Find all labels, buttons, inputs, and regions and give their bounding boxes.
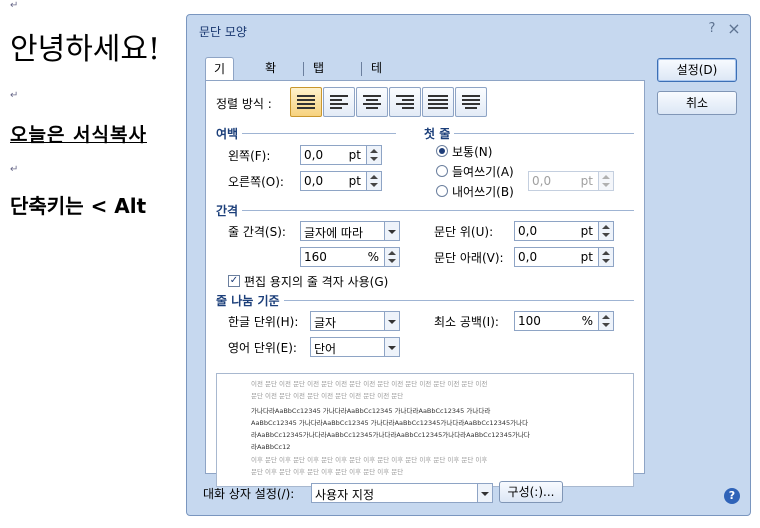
spin-icon[interactable] [598,248,613,266]
preview-line: 라AaBbCc12 [251,443,291,451]
help-icon[interactable]: ? [724,488,740,504]
chevron-down-icon[interactable] [384,312,399,330]
line-spacing-value-spinbox[interactable]: 160 % [300,247,400,267]
preview-line: AaBbCc12345 가나다라AaBbCc12345 가나다라AaBbCc12… [251,419,529,427]
dialog-titlebar[interactable]: 문단 모양 ? × [187,15,750,45]
first-line-indent-radio[interactable] [436,165,448,177]
doc-line-3: 단축키는 < Alt [10,194,147,218]
space-below-spinbox[interactable]: 0,0 pt [514,247,614,267]
doc-line-1: 안녕하세요! [10,32,161,67]
doc-line-2: 오늘은 서식복사 [10,124,147,146]
tab-separator [303,62,304,76]
tab-border-background[interactable]: 테두리/배경 [363,57,394,163]
align-divide-button[interactable] [455,87,487,117]
line-break-header: 줄 나눔 기준 [216,292,284,309]
min-space-label: 최소 공백(I): [434,315,499,329]
paragraph-shape-dialog: 문단 모양 ? × 설정(D) 취소 기본 확장 탭 설정 테두리/배경 정렬 … [186,14,751,516]
align-justify-button[interactable] [290,87,322,117]
spin-icon[interactable] [598,222,613,240]
paragraph-mark: ↵ [10,0,19,11]
line-grid-checkbox[interactable]: ✓ [228,275,240,287]
ok-button[interactable]: 설정(D) [657,58,737,82]
tab-separator [361,62,362,76]
paragraph-mark: ↵ [10,164,19,175]
line-grid-label: 편집 용지의 줄 격자 사용(G) [244,275,389,289]
line-spacing-label: 줄 간격(S): [228,225,286,239]
margin-header: 여백 [216,125,243,142]
preview-line: 라AaBbCc12345가나다라AaBbCc12345가나다라AaBbCc123… [251,431,530,439]
paragraph-mark: ↵ [10,90,19,101]
dialog-settings-label: 대화 상자 설정(/): [203,487,295,501]
section-divider [216,133,396,134]
tab-basic[interactable]: 기본 [205,57,235,98]
space-above-spinbox[interactable]: 0,0 pt [514,221,614,241]
configure-button[interactable]: 구성(:)... [499,481,563,503]
paragraph-preview: 이전 문단 이전 문단 이전 문단 이전 문단 이전 문단 이전 문단 이전 문… [216,373,634,487]
preview-line: 이후 문단 이후 문단 이후 문단 이후 문단 이후 문단 이후 문단 이후 문… [251,456,488,464]
align-right-button[interactable] [389,87,421,117]
first-line-header: 첫 줄 [424,125,455,142]
chevron-down-icon[interactable] [384,222,399,240]
help-icon[interactable]: ? [704,21,720,37]
min-space-spinbox[interactable]: 100 % [514,311,614,331]
spin-icon[interactable] [366,172,381,190]
tab-tab-settings[interactable]: 탭 설정 [305,57,332,119]
line-spacing-type-select[interactable]: 글자에 따라 [300,221,400,241]
alignment-label: 정렬 방식 : [216,97,272,111]
first-line-indent-label: 들여쓰기(A) [452,165,514,179]
spacing-header: 간격 [216,202,243,219]
basic-tab-panel: 정렬 방식 : 여백 왼쪽(F): 0,0 pt 오른쪽(O): 0,0 pt … [205,80,645,487]
korean-unit-select[interactable]: 글자 [310,311,400,331]
align-center-button[interactable] [356,87,388,117]
spin-icon[interactable] [384,248,399,266]
first-line-normal-label: 보통(N) [452,145,493,159]
first-line-normal-radio[interactable] [436,145,448,157]
preview-line: 문단 이후 문단 이후 문단 이후 문단 이후 문단 이후 문단 [251,468,404,476]
first-line-hanging-label: 내어쓰기(B) [452,185,514,199]
right-margin-label: 오른쪽(O): [228,175,284,189]
chevron-down-icon[interactable] [477,484,492,502]
tab-extended[interactable]: 확장 [257,57,284,97]
align-distribute-button[interactable] [422,87,454,117]
english-unit-select[interactable]: 단어 [310,337,400,357]
chevron-down-icon[interactable] [384,338,399,356]
spin-icon [598,172,613,190]
left-margin-spinbox[interactable]: 0,0 pt [300,145,382,165]
english-unit-label: 영어 단위(E): [228,341,297,355]
dialog-title: 문단 모양 [199,25,247,39]
korean-unit-label: 한글 단위(H): [228,315,299,329]
space-above-label: 문단 위(U): [434,225,494,239]
preview-line: 문단 이전 문단 이전 문단 이전 문단 이전 문단 이전 문단 [251,392,404,400]
cancel-button[interactable]: 취소 [657,91,737,115]
spin-icon[interactable] [366,146,381,164]
preview-line: 가나다라AaBbCc12345 가나다라AaBbCc12345 가나다라AaBb… [251,407,491,415]
section-divider [424,133,634,134]
left-margin-label: 왼쪽(F): [228,149,271,163]
right-margin-spinbox[interactable]: 0,0 pt [300,171,382,191]
dialog-settings-select[interactable]: 사용자 지정 [311,483,493,503]
first-line-hanging-radio[interactable] [436,185,448,197]
section-divider [216,210,634,211]
first-line-value-spinbox: 0,0 pt [528,171,614,191]
space-below-label: 문단 아래(V): [434,251,504,265]
preview-line: 이전 문단 이전 문단 이전 문단 이전 문단 이전 문단 이전 문단 이전 문… [251,380,488,388]
spin-icon[interactable] [598,312,613,330]
align-left-button[interactable] [323,87,355,117]
close-icon[interactable]: × [726,21,742,37]
